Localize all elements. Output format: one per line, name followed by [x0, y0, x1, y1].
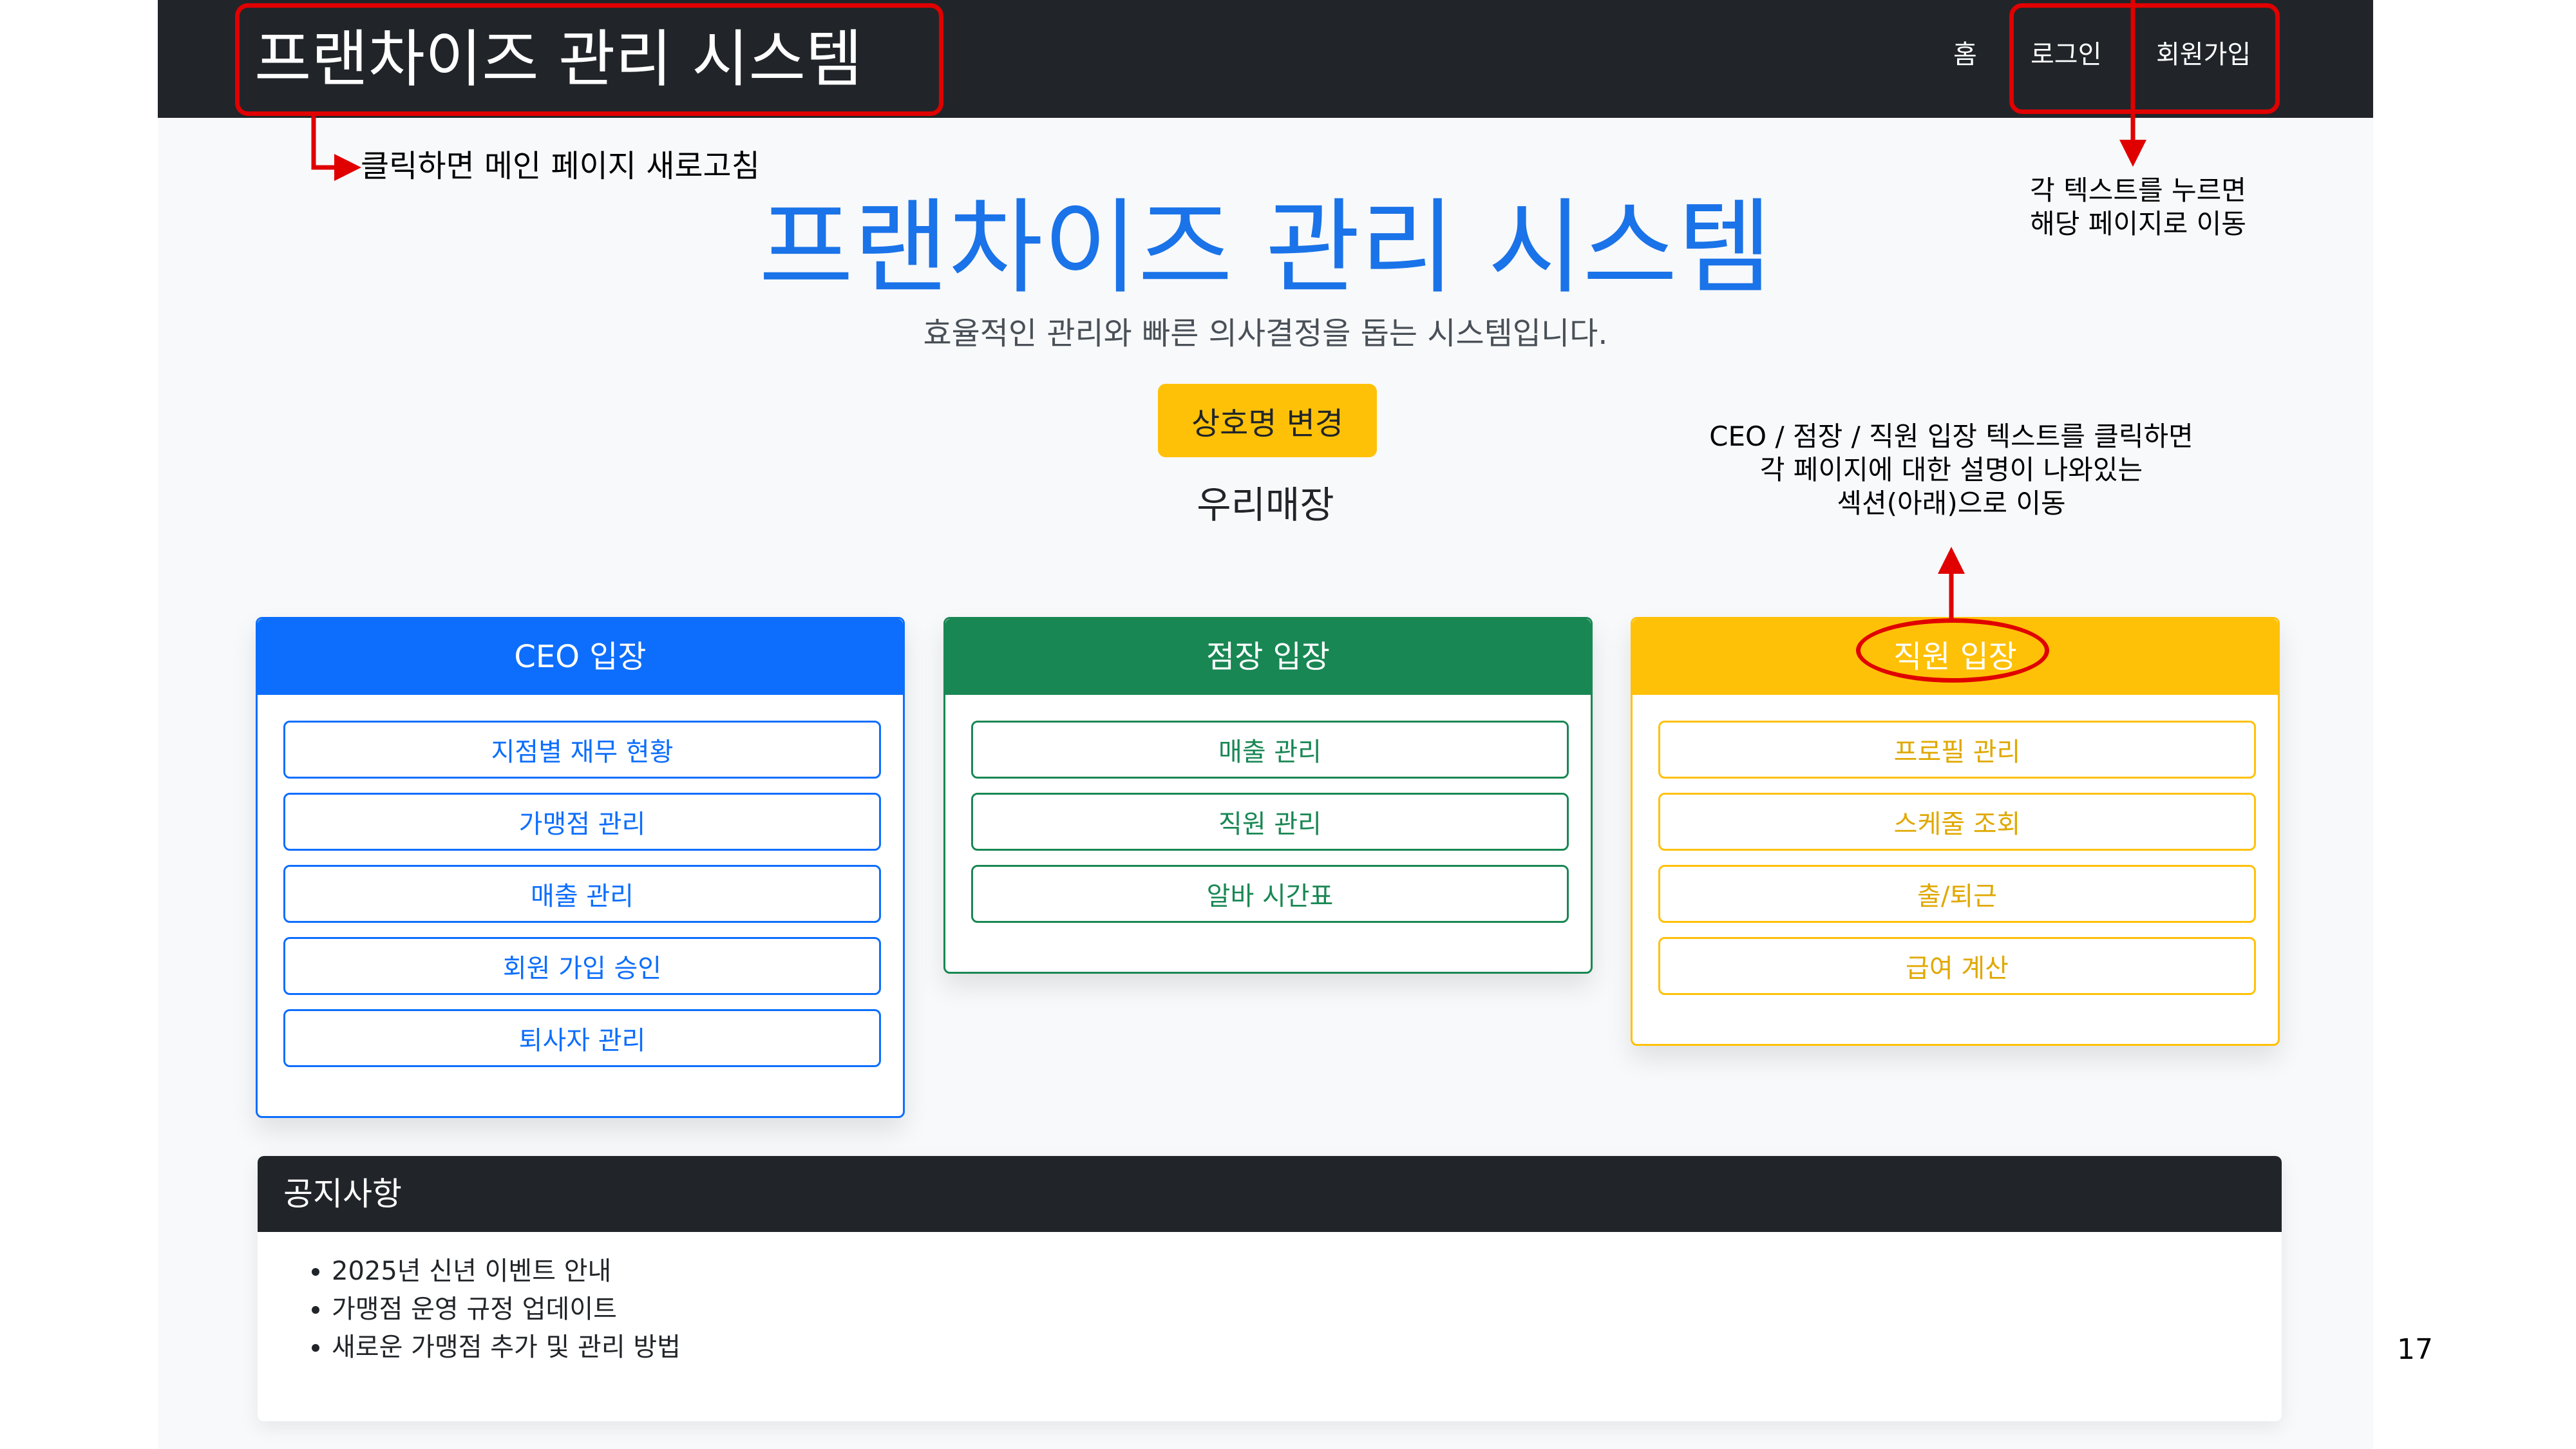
page-number: 17 [2397, 1333, 2433, 1366]
role-note-line: CEO / 점장 / 직원 입장 텍스트를 클릭하면 [1709, 421, 2193, 452]
role-note: CEO / 점장 / 직원 입장 텍스트를 클릭하면 각 페이지에 대한 설명이… [1662, 420, 2241, 520]
brand-note: 클릭하면 메인 페이지 새로고침 [361, 148, 760, 184]
role-note-line: 각 페이지에 대한 설명이 나와있는 [1759, 454, 2143, 486]
role-note-line: 섹션(아래)으로 이동 [1837, 488, 2066, 519]
brand-note-arrow [311, 116, 361, 181]
nav-note: 각 텍스트를 누르면 해당 페이지로 이동 [1984, 174, 2293, 241]
nav-note-line: 각 텍스트를 누르면 [2030, 175, 2246, 206]
nav-note-line: 해당 페이지로 이동 [2030, 208, 2246, 240]
